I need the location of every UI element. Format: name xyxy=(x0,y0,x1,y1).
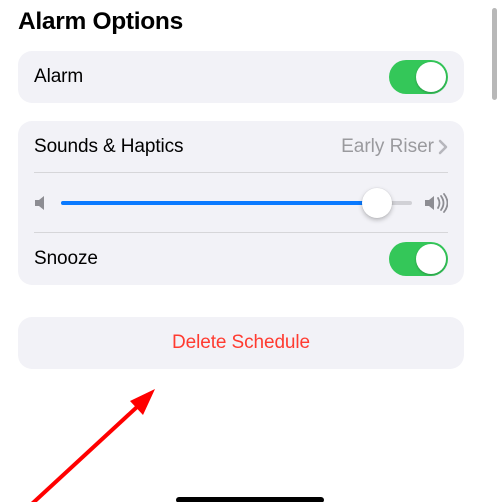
snooze-row[interactable]: Snooze xyxy=(34,233,448,285)
volume-low-icon xyxy=(34,194,49,212)
alarm-toggle[interactable] xyxy=(389,60,448,94)
delete-group: Delete Schedule xyxy=(18,317,464,369)
volume-row xyxy=(34,173,448,233)
alarm-group: Alarm xyxy=(18,51,464,103)
snooze-label: Snooze xyxy=(34,248,98,270)
volume-high-icon xyxy=(424,193,448,213)
alarm-options-screen: Alarm Options Alarm Sounds & Haptics Ear… xyxy=(0,8,482,502)
delete-schedule-button[interactable]: Delete Schedule xyxy=(18,317,464,369)
sounds-value: Early Riser xyxy=(341,136,434,158)
page-title: Alarm Options xyxy=(18,8,464,36)
snooze-toggle[interactable] xyxy=(389,242,448,276)
alarm-row[interactable]: Alarm xyxy=(34,51,448,103)
toggle-knob xyxy=(416,62,446,92)
scrollbar[interactable] xyxy=(492,8,497,100)
sounds-value-wrap: Early Riser xyxy=(341,136,448,158)
slider-fill xyxy=(61,201,377,205)
home-indicator xyxy=(176,497,324,502)
slider-thumb[interactable] xyxy=(362,188,392,218)
chevron-right-icon xyxy=(438,139,448,155)
sounds-row[interactable]: Sounds & Haptics Early Riser xyxy=(34,121,448,173)
delete-label: Delete Schedule xyxy=(172,332,310,354)
volume-slider[interactable] xyxy=(61,186,412,220)
toggle-knob xyxy=(416,244,446,274)
sounds-group: Sounds & Haptics Early Riser Snooz xyxy=(18,121,464,285)
alarm-label: Alarm xyxy=(34,66,83,88)
sounds-label: Sounds & Haptics xyxy=(34,136,183,158)
